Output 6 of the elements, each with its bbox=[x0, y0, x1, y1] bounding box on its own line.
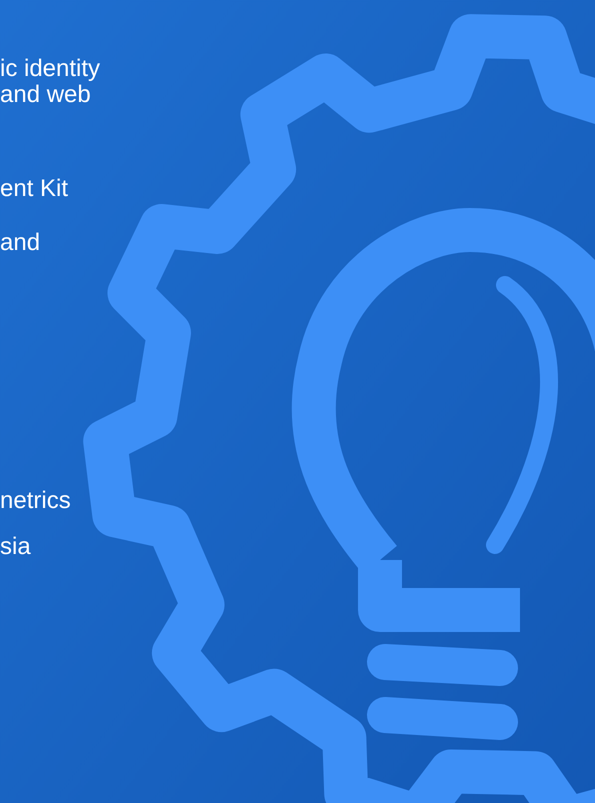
text-line: and web bbox=[0, 82, 91, 108]
text-line: ic identity bbox=[0, 56, 100, 82]
text-line: sia bbox=[0, 534, 31, 560]
text-line: and bbox=[0, 230, 40, 256]
text-line: netrics bbox=[0, 488, 71, 514]
text-line: ent Kit bbox=[0, 176, 68, 202]
